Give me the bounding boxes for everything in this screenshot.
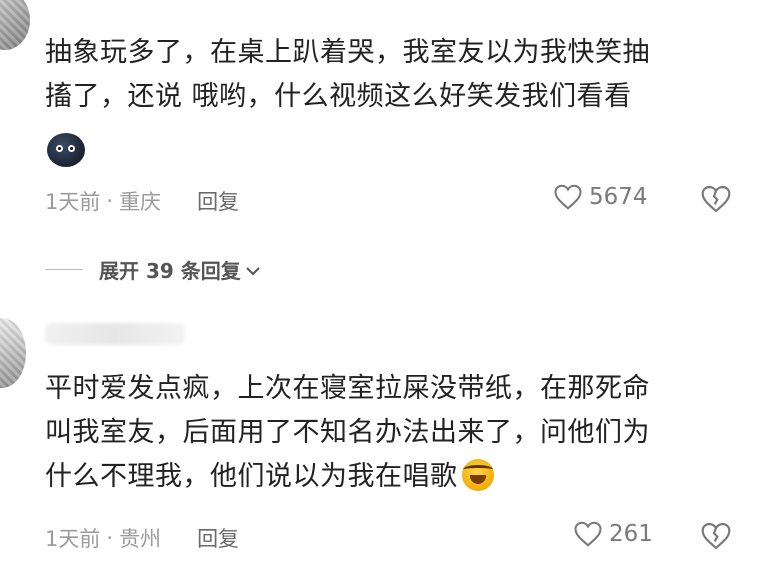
laughing-crying-emoji-icon [461, 459, 494, 491]
broken-heart-icon [701, 185, 731, 213]
broken-heart-icon [701, 522, 731, 550]
avatar[interactable] [0, 318, 26, 388]
like-button[interactable]: 5674 [553, 183, 648, 211]
comment-time: 1天前 [45, 190, 101, 214]
reply-button[interactable]: 回复 [197, 186, 239, 216]
separator-dot: · [106, 189, 114, 213]
comment-line: 抽象玩多了，在桌上趴着哭，我室友以为我快笑抽 [45, 37, 650, 68]
chevron-down-icon [245, 258, 261, 282]
blob-emoji-icon [47, 133, 85, 167]
separator-dot: · [106, 526, 114, 550]
dislike-button[interactable] [700, 521, 732, 555]
like-count: 5674 [589, 184, 648, 210]
expand-replies-label: 展开 39 条回复 [99, 259, 241, 283]
avatar[interactable] [0, 0, 30, 50]
comment-line: 什么不理我，他们说以为我在唱歌 [45, 461, 458, 492]
comment-meta: 1天前 · 重庆 回复 [45, 186, 239, 216]
expand-replies-button[interactable]: 展开 39 条回复 [45, 255, 261, 284]
heart-icon [574, 521, 602, 547]
comment-text: 抽象玩多了，在桌上趴着哭，我室友以为我快笑抽 搐了，还说 哦哟，什么视频这么好笑… [45, 31, 650, 119]
like-button[interactable]: 261 [573, 520, 653, 548]
divider [45, 269, 83, 270]
heart-icon [554, 184, 582, 210]
comment-location: 贵州 [119, 527, 162, 551]
like-count: 261 [609, 521, 653, 547]
comment-time: 1天前 [45, 527, 101, 551]
username-blurred [45, 323, 185, 345]
comment-location: 重庆 [119, 190, 162, 214]
comment-line: 叫我室友，后面用了不知名办法出来了，问他们为 [45, 417, 650, 448]
comment-line: 搐了，还说 哦哟，什么视频这么好笑发我们看看 [45, 81, 632, 112]
comment-meta: 1天前 · 贵州 回复 [45, 523, 239, 553]
comment-line: 平时爱发点疯，上次在寝室拉屎没带纸，在那死命 [45, 373, 650, 404]
reply-button[interactable]: 回复 [197, 523, 239, 553]
dislike-button[interactable] [700, 184, 732, 218]
comment-text: 平时爱发点疯，上次在寝室拉屎没带纸，在那死命 叫我室友，后面用了不知名办法出来了… [45, 367, 650, 499]
